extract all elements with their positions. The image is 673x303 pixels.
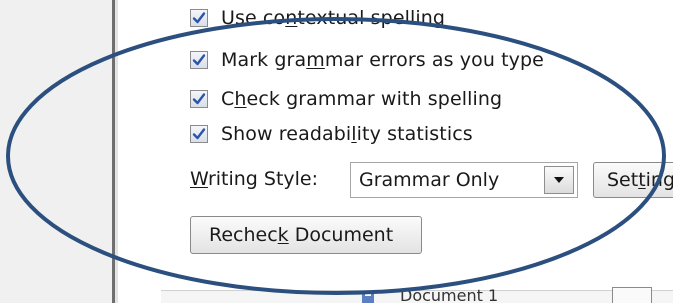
check-icon <box>192 93 206 105</box>
checkbox-readability-statistics[interactable] <box>190 125 208 143</box>
check-icon <box>192 54 206 66</box>
document-selector-dropdown[interactable] <box>612 287 652 303</box>
writing-style-label: Writing Style: <box>190 168 319 190</box>
dropdown-arrow-button[interactable] <box>544 166 574 194</box>
writing-style-select[interactable]: Grammar Only <box>350 162 578 198</box>
option-label: Mark grammar errors as you type <box>221 49 544 71</box>
option-contextual-spelling[interactable]: Use contextual spelling <box>190 5 445 31</box>
proofing-options-panel: Use contextual spelling Mark grammar err… <box>0 0 673 303</box>
writing-style-value: Grammar Only <box>359 169 500 191</box>
check-icon <box>192 12 206 24</box>
document-icon <box>362 291 374 303</box>
pane-divider-highlight <box>115 0 118 303</box>
option-show-readability-statistics[interactable]: Show readability statistics <box>190 121 473 147</box>
check-icon <box>192 128 206 140</box>
chevron-down-icon <box>554 177 564 183</box>
checkbox-mark-grammar-errors[interactable] <box>190 51 208 69</box>
recheck-document-button[interactable]: Recheck Document <box>190 216 422 254</box>
option-label: Check grammar with spelling <box>221 88 503 110</box>
left-pane <box>0 0 112 303</box>
settings-button[interactable]: Settings... <box>593 162 673 198</box>
option-label: Show readability statistics <box>221 123 473 145</box>
option-check-grammar-with-spelling[interactable]: Check grammar with spelling <box>190 86 502 112</box>
document-selector-text: Document 1 <box>400 286 499 303</box>
checkbox-contextual-spelling[interactable] <box>190 9 208 27</box>
checkbox-check-grammar[interactable] <box>190 90 208 108</box>
option-label: Use contextual spelling <box>221 7 446 29</box>
option-mark-grammar-errors[interactable]: Mark grammar errors as you type <box>190 47 544 73</box>
